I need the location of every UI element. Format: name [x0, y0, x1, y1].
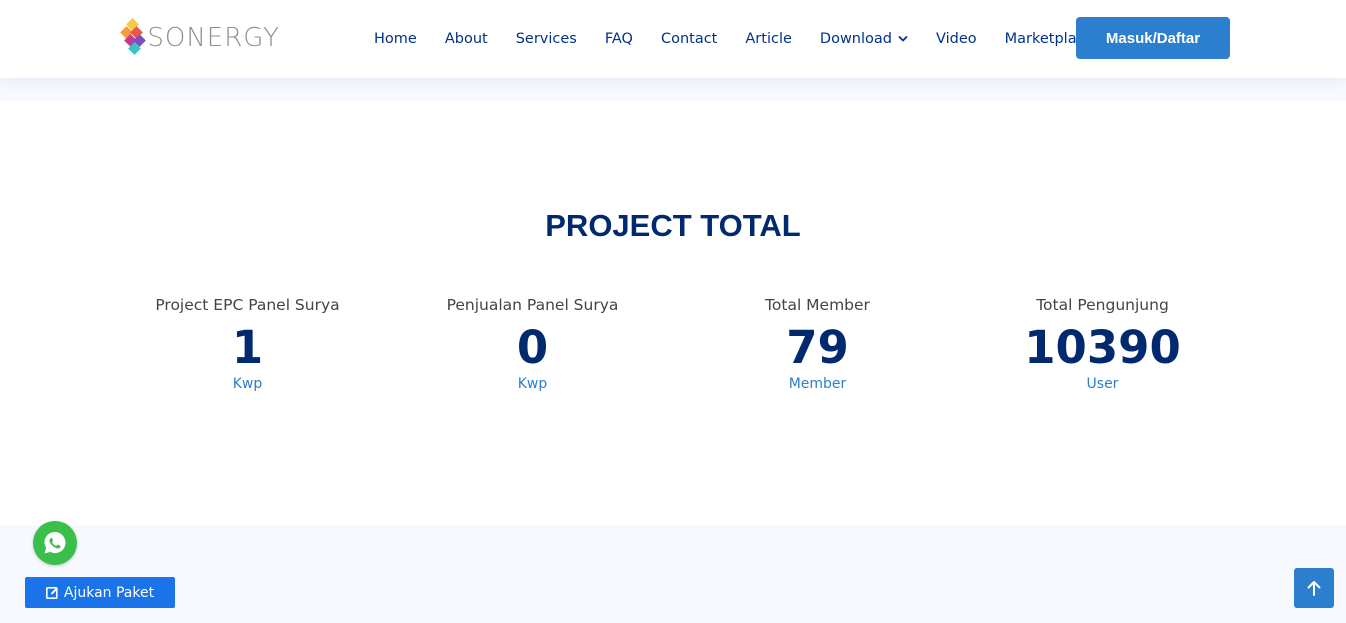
stat-value: 1 [231, 321, 264, 374]
whatsapp-button[interactable] [33, 521, 77, 565]
nav-video[interactable]: Video [936, 31, 977, 47]
stat-value: 10390 [1024, 321, 1181, 374]
stat-value: 0 [516, 321, 549, 374]
nav-contact[interactable]: Contact [661, 31, 717, 47]
stat-unit: Member [788, 376, 847, 392]
nav-about[interactable]: About [445, 31, 488, 47]
ajukan-paket-button[interactable]: Ajukan Paket [25, 577, 175, 608]
logo-text: SONERGY [147, 23, 280, 53]
nav-home[interactable]: Home [374, 31, 417, 47]
edit-icon [45, 586, 58, 599]
nav-article[interactable]: Article [745, 31, 792, 47]
chevron-down-icon [898, 36, 908, 42]
nav-services[interactable]: Services [516, 31, 577, 47]
stat-label: Project EPC Panel Surya [155, 296, 340, 314]
stat-unit: User [1086, 376, 1119, 392]
logo-mark-icon [120, 18, 146, 58]
nav-download-label: Download [819, 31, 892, 47]
stat-epc: Project EPC Panel Surya 1 Kwp [105, 296, 390, 392]
stat-label: Total Member [765, 296, 870, 314]
back-to-top-button[interactable] [1294, 568, 1334, 608]
stat-visitors: Total Pengunjung 10390 User [960, 296, 1245, 392]
main-nav: Home About Services FAQ Contact Article … [374, 0, 1121, 78]
login-register-button[interactable]: Masuk/Daftar [1076, 17, 1230, 59]
arrow-up-icon [1307, 581, 1321, 596]
site-header: SONERGY Home About Services FAQ Contact … [0, 0, 1346, 78]
whatsapp-icon [44, 532, 66, 554]
stat-label: Total Pengunjung [1036, 296, 1169, 314]
nav-faq[interactable]: FAQ [605, 31, 633, 47]
stat-label: Penjualan Panel Surya [446, 296, 619, 314]
stat-members: Total Member 79 Member [675, 296, 960, 392]
sonergy-logo[interactable]: SONERGY [120, 18, 280, 58]
stat-unit: Kwp [232, 376, 263, 392]
nav-download[interactable]: Download [820, 31, 908, 47]
stat-sales: Penjualan Panel Surya 0 Kwp [390, 296, 675, 392]
header-underlay [0, 78, 1346, 101]
stat-value: 79 [786, 321, 849, 374]
stat-unit: Kwp [517, 376, 548, 392]
ajukan-paket-label: Ajukan Paket [63, 584, 155, 601]
next-section-band [0, 525, 1346, 623]
section-title: PROJECT TOTAL [545, 208, 801, 243]
